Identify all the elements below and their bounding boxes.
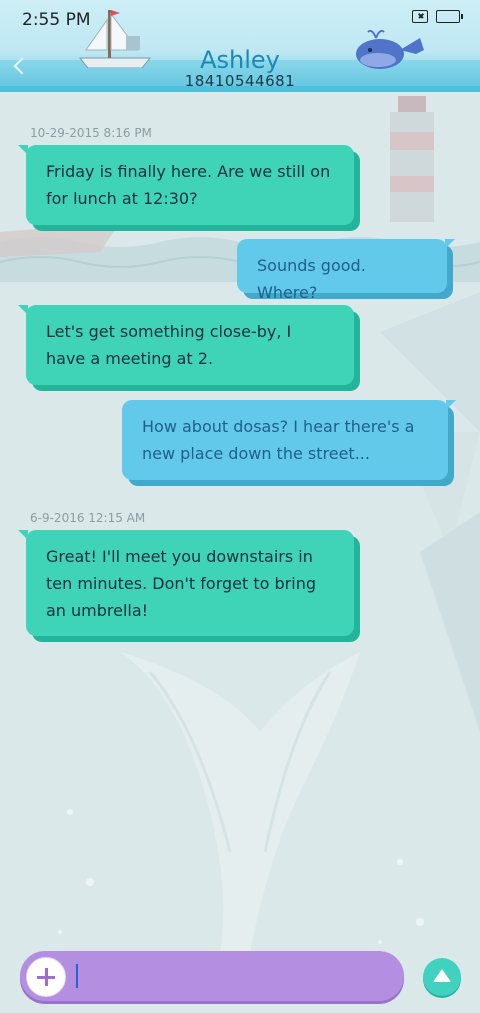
message-timestamp: 10-29-2015 8:16 PM: [30, 126, 152, 140]
status-time: 2:55 PM: [22, 10, 91, 30]
send-arrow-icon: [433, 969, 451, 982]
send-button[interactable]: [423, 958, 461, 996]
status-icons: [412, 10, 463, 23]
message-input[interactable]: [76, 961, 390, 993]
contact-name: Ashley: [200, 46, 280, 74]
contact-number: 18410544681: [184, 72, 296, 90]
message-composer[interactable]: [20, 951, 404, 1001]
add-attachment-button[interactable]: [26, 957, 66, 997]
battery-icon: [436, 10, 463, 23]
outgoing-message-bubble[interactable]: How about dosas? I hear there's a new pl…: [122, 400, 456, 480]
incoming-message-bubble[interactable]: Friday is finally here. Are we still on …: [18, 145, 354, 225]
incoming-message-bubble[interactable]: Let's get something close-by, I have a m…: [18, 305, 354, 385]
incoming-message-bubble[interactable]: Great! I'll meet you downstairs in ten m…: [18, 530, 354, 636]
message-timestamp: 6-9-2016 12:15 AM: [30, 511, 146, 525]
outgoing-message-bubble[interactable]: Sounds good. Where?: [237, 239, 455, 302]
chat-thread[interactable]: 10-29-2015 8:16 PM Friday is finally her…: [0, 92, 480, 1013]
sim-card-icon: [412, 10, 428, 23]
text-cursor: [76, 964, 78, 988]
chat-header: 2:55 PM Ashley 18410544681: [0, 0, 480, 92]
